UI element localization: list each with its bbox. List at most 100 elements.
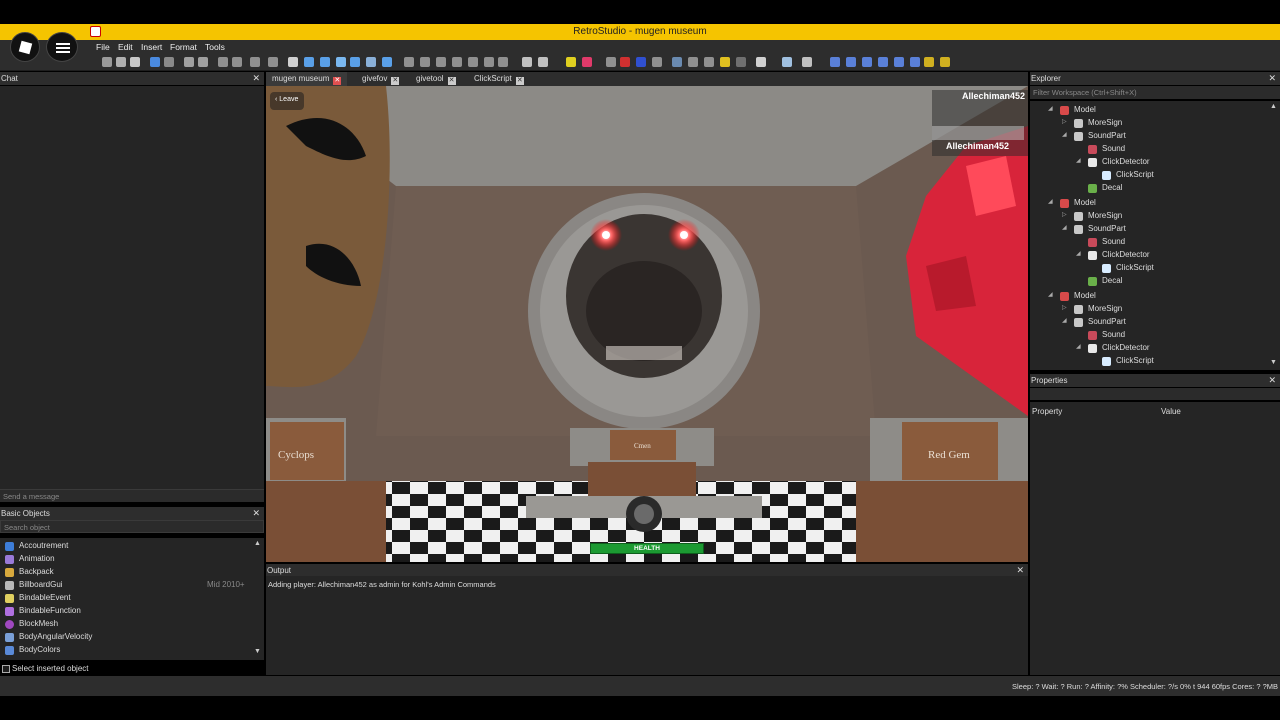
scale-icon[interactable] bbox=[336, 57, 346, 67]
move-down-icon[interactable] bbox=[232, 57, 242, 67]
expand-icon[interactable]: ◢ bbox=[1048, 105, 1053, 112]
menu-format[interactable]: Format bbox=[170, 42, 197, 52]
checkbox[interactable] bbox=[2, 665, 10, 673]
lock-icon[interactable] bbox=[720, 57, 730, 67]
menu-file[interactable]: File bbox=[96, 42, 110, 52]
stop-icon[interactable] bbox=[582, 57, 592, 67]
list-item[interactable]: BindableFunction bbox=[4, 605, 254, 618]
player-list-entry[interactable]: Allechiman452 bbox=[946, 141, 1009, 151]
select-inserted-checkbox[interactable]: Select inserted object bbox=[0, 662, 264, 676]
move-up-icon[interactable] bbox=[218, 57, 228, 67]
rotate-tool-icon[interactable] bbox=[350, 57, 360, 67]
scroll-up-icon[interactable]: ▲ bbox=[1270, 103, 1277, 110]
weld-icon[interactable] bbox=[452, 57, 462, 67]
list-item[interactable]: Accoutrement bbox=[4, 540, 254, 553]
panel-a-icon[interactable] bbox=[830, 57, 840, 67]
close-icon[interactable]: ✕ bbox=[1268, 73, 1276, 84]
tab-givetool[interactable]: givetool ✕ bbox=[410, 72, 462, 86]
close-icon[interactable]: ✕ bbox=[1016, 565, 1024, 576]
refresh-icon[interactable] bbox=[652, 57, 662, 67]
close-icon[interactable]: ✕ bbox=[447, 77, 456, 85]
paint-icon[interactable] bbox=[756, 57, 766, 67]
list-item[interactable]: BindableEvent bbox=[4, 592, 254, 605]
tab-givefov[interactable]: givefov ✕ bbox=[356, 72, 405, 86]
menu-tools[interactable]: Tools bbox=[205, 42, 225, 52]
panel-d-icon[interactable] bbox=[878, 57, 888, 67]
hamburger-menu-button[interactable] bbox=[46, 32, 78, 62]
collapse-icon[interactable]: ▷ bbox=[1062, 304, 1067, 311]
close-icon[interactable]: ✕ bbox=[333, 77, 342, 85]
close-icon[interactable]: ✕ bbox=[391, 77, 400, 85]
anchor-icon[interactable] bbox=[366, 57, 376, 67]
cut-icon[interactable] bbox=[102, 57, 112, 67]
panel-c-icon[interactable] bbox=[862, 57, 872, 67]
tab-clickscript[interactable]: ClickScript ✕ bbox=[468, 72, 530, 86]
redo-icon[interactable] bbox=[164, 57, 174, 67]
expand-icon[interactable]: ◢ bbox=[1062, 317, 1067, 324]
expand-icon[interactable]: ◢ bbox=[1076, 250, 1081, 257]
pause-icon[interactable] bbox=[566, 57, 576, 67]
tab-mugen-museum[interactable]: mugen museum ✕ bbox=[266, 72, 348, 86]
move-icon[interactable] bbox=[320, 57, 330, 67]
palette-icon[interactable] bbox=[802, 57, 812, 67]
hinge-icon[interactable] bbox=[498, 57, 508, 67]
dropdown-icon[interactable] bbox=[736, 57, 746, 67]
surface-icon[interactable] bbox=[404, 57, 414, 67]
expand-icon[interactable]: ◢ bbox=[1076, 343, 1081, 350]
leave-button[interactable]: ‹ Leave bbox=[270, 92, 304, 110]
collapse-icon[interactable]: ▷ bbox=[1062, 211, 1067, 218]
server-icon[interactable] bbox=[636, 57, 646, 67]
list-item[interactable]: BodyColors bbox=[4, 644, 254, 657]
expand-icon[interactable]: ◢ bbox=[1062, 224, 1067, 231]
menu-insert[interactable]: Insert bbox=[141, 42, 162, 52]
smooth-icon[interactable] bbox=[420, 57, 430, 67]
close-icon[interactable]: ✕ bbox=[515, 77, 524, 85]
record-icon[interactable] bbox=[620, 57, 630, 67]
inlet-icon[interactable] bbox=[484, 57, 494, 67]
camera-zoom-icon[interactable] bbox=[704, 57, 714, 67]
copy-icon[interactable] bbox=[116, 57, 126, 67]
scroll-down-icon[interactable]: ▼ bbox=[1270, 359, 1277, 366]
pencil-icon[interactable] bbox=[782, 57, 792, 67]
panel-e-icon[interactable] bbox=[894, 57, 904, 67]
tilt-icon[interactable] bbox=[268, 57, 278, 67]
close-icon[interactable]: ✕ bbox=[252, 73, 260, 84]
list-item[interactable]: Animation bbox=[4, 553, 254, 566]
publish-icon[interactable] bbox=[940, 57, 950, 67]
undo-icon[interactable] bbox=[150, 57, 160, 67]
collapse-icon[interactable]: ▷ bbox=[1062, 118, 1067, 125]
step-icon[interactable] bbox=[538, 57, 548, 67]
upload-icon[interactable] bbox=[924, 57, 934, 67]
ungroup-icon[interactable] bbox=[198, 57, 208, 67]
scroll-down-icon[interactable]: ▼ bbox=[254, 648, 261, 655]
chat-message-input[interactable]: Send a message bbox=[0, 489, 264, 502]
expand-icon[interactable]: ◢ bbox=[1048, 198, 1053, 205]
camera-pan-icon[interactable] bbox=[688, 57, 698, 67]
panel-f-icon[interactable] bbox=[910, 57, 920, 67]
expand-icon[interactable]: ◢ bbox=[1048, 291, 1053, 298]
glue-icon[interactable] bbox=[436, 57, 446, 67]
rotate-icon[interactable] bbox=[250, 57, 260, 67]
group-icon[interactable] bbox=[184, 57, 194, 67]
list-item[interactable]: BlockMesh bbox=[4, 618, 254, 631]
expand-icon[interactable]: ◢ bbox=[1062, 131, 1067, 138]
close-icon[interactable]: ✕ bbox=[252, 508, 260, 519]
properties-filter-bar[interactable] bbox=[1030, 388, 1280, 400]
play-solo-icon[interactable] bbox=[522, 57, 532, 67]
game-viewport[interactable]: Cyclops Red Gem Cmen ‹ Leave Allechiman4… bbox=[266, 86, 1028, 562]
close-icon[interactable]: ✕ bbox=[1268, 375, 1276, 386]
scroll-up-icon[interactable]: ▲ bbox=[254, 540, 261, 547]
camera-icon[interactable] bbox=[672, 57, 682, 67]
snap-icon[interactable] bbox=[382, 57, 392, 67]
menu-edit[interactable]: Edit bbox=[118, 42, 133, 52]
expand-icon[interactable]: ◢ bbox=[1076, 157, 1081, 164]
paste-icon[interactable] bbox=[130, 57, 140, 67]
explorer-filter-input[interactable]: Filter Workspace (Ctrl+Shift+X) bbox=[1030, 86, 1280, 99]
panel-b-icon[interactable] bbox=[846, 57, 856, 67]
tools-icon[interactable] bbox=[288, 57, 298, 67]
studs-icon[interactable] bbox=[468, 57, 478, 67]
roblox-menu-button[interactable] bbox=[10, 32, 40, 62]
search-object-input[interactable]: Search object bbox=[0, 520, 264, 533]
cursor-icon[interactable] bbox=[606, 57, 616, 67]
list-item[interactable]: Backpack bbox=[4, 566, 254, 579]
